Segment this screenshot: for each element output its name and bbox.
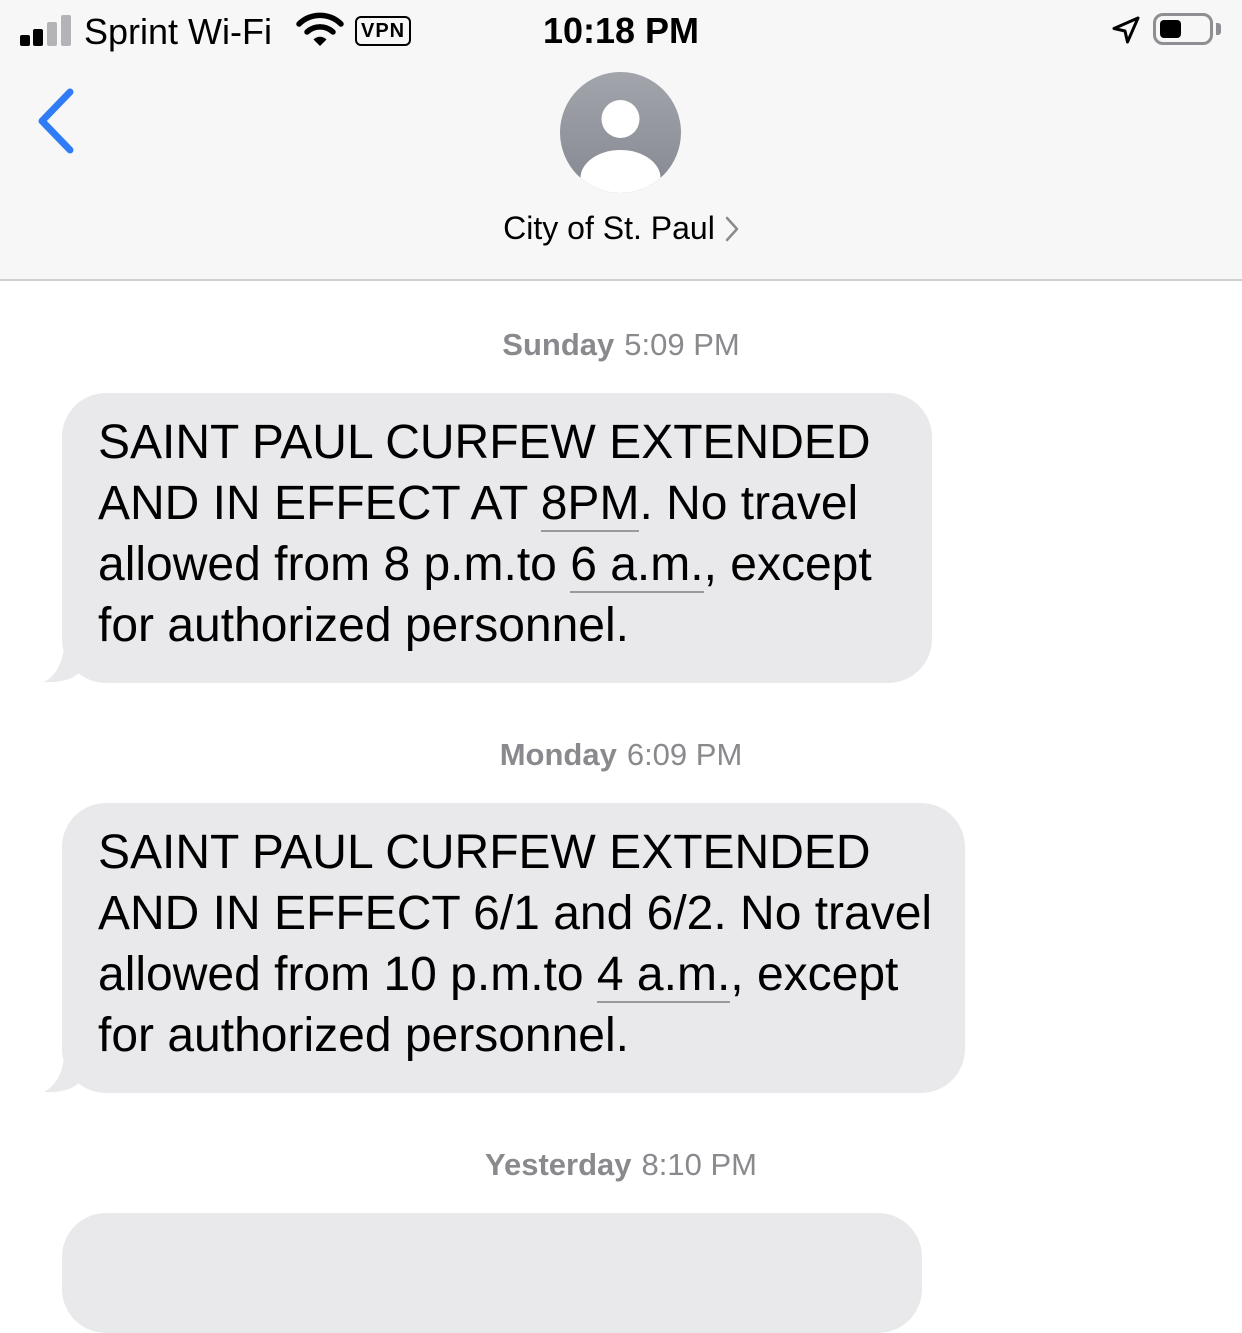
chevron-right-icon bbox=[725, 216, 739, 241]
contact-name: City of St. Paul bbox=[503, 210, 715, 246]
message-bubble[interactable] bbox=[62, 1213, 922, 1333]
timestamp-time: 5:09 PM bbox=[624, 327, 740, 362]
status-bar: Sprint Wi-Fi VPN 10:18 PM bbox=[0, 0, 1242, 64]
timestamp-day: Monday bbox=[499, 737, 617, 772]
location-arrow-icon bbox=[1112, 16, 1140, 44]
detected-time-link[interactable]: 8PM bbox=[540, 477, 640, 532]
back-chevron-icon[interactable] bbox=[30, 84, 86, 160]
timestamp-time: 8:10 PM bbox=[641, 1147, 757, 1182]
timestamp: Yesterday 8:10 PM bbox=[0, 1145, 1242, 1185]
message-bubble[interactable]: SAINT PAUL CURFEW EXTENDED AND IN EFFECT… bbox=[62, 803, 965, 1093]
battery-icon bbox=[1153, 13, 1213, 45]
timestamp-day: Yesterday bbox=[485, 1147, 632, 1182]
battery-tip bbox=[1216, 23, 1221, 35]
timestamp-time: 6:09 PM bbox=[626, 737, 743, 772]
status-time: 10:18 PM bbox=[542, 10, 700, 51]
contact-avatar[interactable] bbox=[560, 72, 681, 193]
detected-time-link[interactable]: 4 a.m. bbox=[596, 948, 731, 1003]
detected-time-link[interactable]: 6 a.m. bbox=[570, 538, 704, 593]
conversation-header: Sprint Wi-Fi VPN 10:18 PM City of St. Pa… bbox=[0, 0, 1242, 281]
timestamp: Monday 6:09 PM bbox=[0, 735, 1242, 775]
contact-name-button[interactable]: City of St. Paul bbox=[0, 206, 1242, 250]
timestamp: Sunday 5:09 PM bbox=[0, 325, 1242, 365]
battery-level bbox=[1160, 20, 1181, 38]
person-silhouette-icon bbox=[580, 100, 661, 193]
message-bubble[interactable]: SAINT PAUL CURFEW EXTENDED AND IN EFFECT… bbox=[62, 393, 932, 683]
timestamp-day: Sunday bbox=[502, 327, 615, 362]
